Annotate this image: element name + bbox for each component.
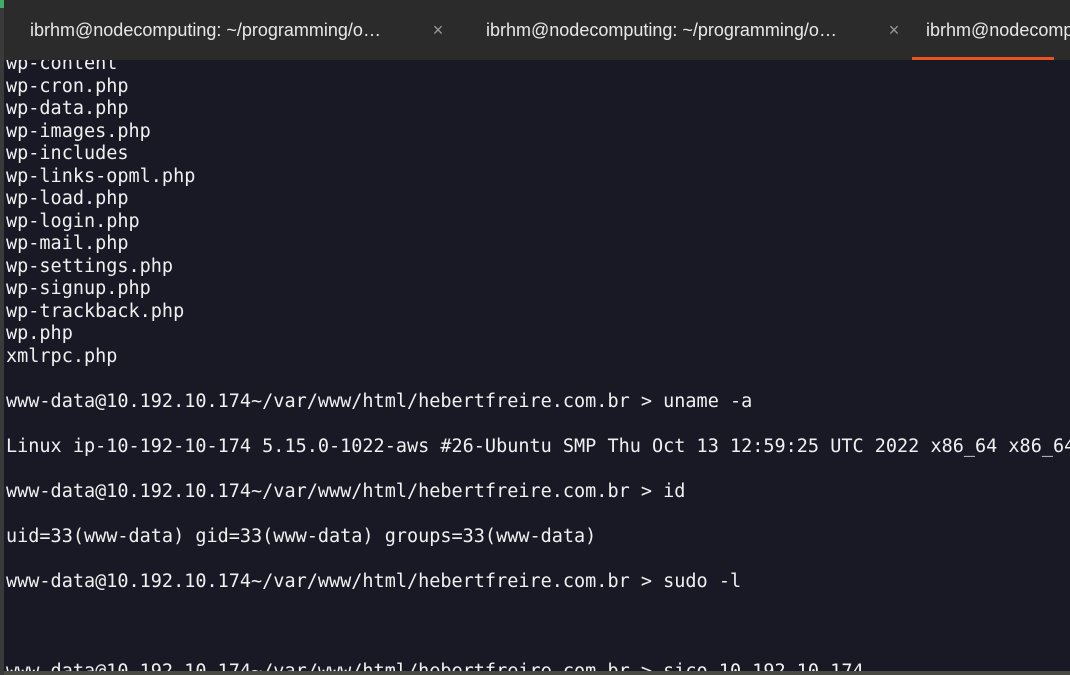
- terminal-line: wp-includes: [6, 143, 129, 164]
- terminal-line: wp-login.php: [6, 210, 140, 232]
- terminal-line: wp-cron.php: [6, 75, 129, 97]
- terminal-lines: wp-content wp-cron.php wp-data.php wp-im…: [6, 60, 1070, 671]
- tab-1[interactable]: ibrhm@nodecomputing: ~/programming/o… ×: [0, 0, 456, 60]
- terminal-line: wp-signup.php: [6, 278, 151, 299]
- tab-bar: ibrhm@nodecomputing: ~/programming/o… × …: [0, 0, 1070, 60]
- tab-1-close-icon[interactable]: ×: [426, 20, 450, 41]
- tab-2[interactable]: ibrhm@nodecomputing: ~/programming/o… ×: [456, 0, 912, 60]
- terminal-line: wp-trackback.php: [6, 300, 185, 322]
- terminal-line: wp-settings.php: [6, 255, 174, 277]
- terminal-window: ibrhm@nodecomputing: ~/programming/o… × …: [0, 0, 1070, 675]
- terminal-line: www-data@10.192.10.174~/var/www/html/heb…: [6, 480, 686, 502]
- terminal-line: xmlrpc.php: [6, 345, 118, 367]
- bottom-edge-bar: [0, 671, 1070, 675]
- terminal-line: wp-images.php: [6, 120, 151, 142]
- terminal-line: wp.php: [6, 323, 73, 344]
- terminal-line: wp-mail.php: [6, 233, 129, 254]
- terminal-line: uid=33(www-data) gid=33(www-data) groups…: [6, 525, 597, 547]
- terminal-line: www-data@10.192.10.174~/var/www/html/heb…: [6, 390, 753, 412]
- terminal-line: wp-links-opml.php: [6, 165, 196, 187]
- tab-2-close-icon[interactable]: ×: [882, 20, 906, 41]
- tab-2-label: ibrhm@nodecomputing: ~/programming/o…: [486, 19, 837, 40]
- tab-3-label: ibrhm@nodecomputing: ~/programming/o: [926, 19, 1070, 40]
- left-edge-strip: [0, 0, 4, 675]
- terminal-line: wp-content: [6, 60, 118, 74]
- terminal-line: www-data@10.192.10.174~/var/www/html/heb…: [6, 660, 864, 672]
- terminal-output[interactable]: wp-content wp-cron.php wp-data.php wp-im…: [0, 60, 1070, 671]
- terminal-line: Linux ip-10-192-10-174 5.15.0-1022-aws #…: [6, 435, 1070, 457]
- terminal-line: wp-load.php: [6, 188, 129, 209]
- tab-3-active[interactable]: ibrhm@nodecomputing: ~/programming/o: [912, 0, 1070, 60]
- left-edge-accent: [0, 0, 4, 8]
- terminal-line: wp-data.php: [6, 98, 129, 119]
- tab-1-label: ibrhm@nodecomputing: ~/programming/o…: [30, 19, 381, 40]
- terminal-line: www-data@10.192.10.174~/var/www/html/heb…: [6, 570, 742, 592]
